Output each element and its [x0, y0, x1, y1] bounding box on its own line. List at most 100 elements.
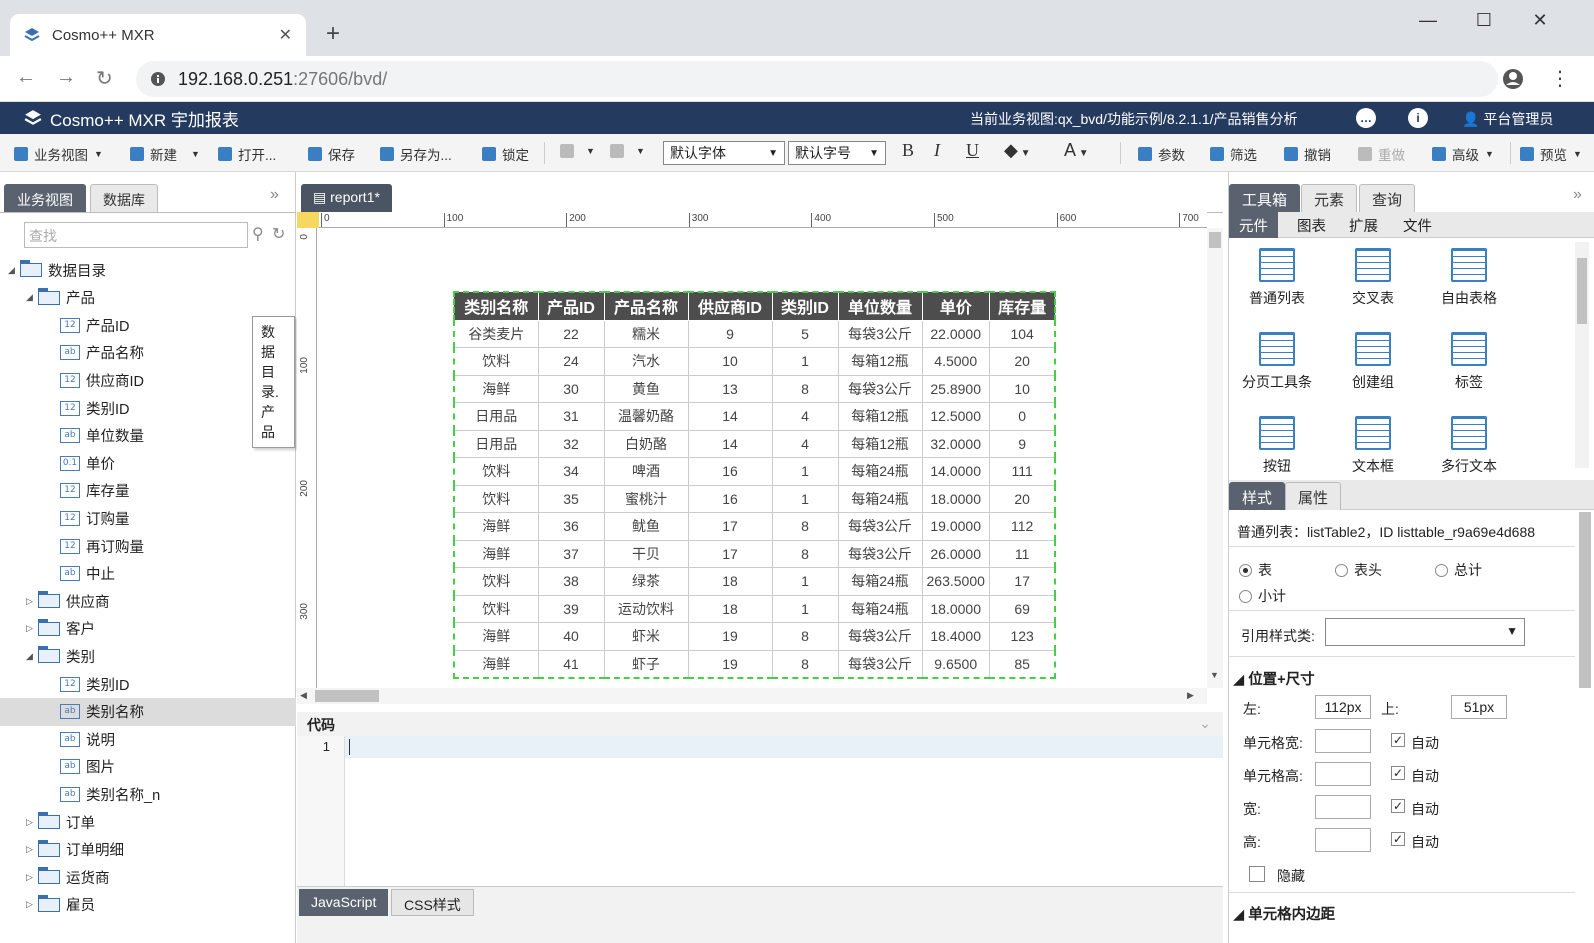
- table-cell[interactable]: 16: [687, 484, 773, 513]
- tree-folder[interactable]: ▷ 运货商: [0, 863, 296, 891]
- table-cell[interactable]: 每箱12瓶: [837, 429, 923, 458]
- table-cell[interactable]: 14: [687, 402, 773, 431]
- table-cell[interactable]: 41: [537, 649, 605, 678]
- table-header-cell[interactable]: 产品名称: [603, 291, 689, 321]
- table-cell[interactable]: 虾子: [603, 649, 689, 678]
- expand-down-icon[interactable]: ◢: [26, 292, 38, 303]
- table-cell[interactable]: 13: [687, 374, 773, 403]
- radio-total[interactable]: 总计: [1435, 560, 1482, 580]
- expand-right-icon[interactable]: ▷: [26, 817, 38, 828]
- subtab-components[interactable]: 元件: [1229, 212, 1278, 238]
- table-cell[interactable]: 263.5000: [921, 567, 990, 596]
- table-cell[interactable]: 海鲜: [453, 539, 539, 568]
- table-cell[interactable]: 16: [687, 457, 773, 486]
- search-input[interactable]: 查找: [24, 222, 248, 248]
- table-cell[interactable]: 9: [988, 429, 1056, 458]
- tab-bizview[interactable]: 业务视图: [4, 184, 86, 212]
- table-header-cell[interactable]: 单价: [921, 291, 990, 321]
- table-cell[interactable]: 糯米: [603, 319, 689, 348]
- table-cell[interactable]: 37: [537, 539, 605, 568]
- bold-button[interactable]: B: [902, 140, 914, 161]
- redo-button[interactable]: 重做: [1358, 144, 1405, 164]
- table-cell[interactable]: 25.8900: [921, 374, 990, 403]
- tool-item[interactable]: 标签: [1421, 332, 1517, 392]
- table-cell[interactable]: 4.5000: [921, 347, 990, 376]
- table-cell[interactable]: 17: [988, 567, 1056, 596]
- table-cell[interactable]: 每袋3公斤: [837, 319, 923, 348]
- tool-item[interactable]: 文本框: [1325, 416, 1421, 476]
- properties-scroll-thumb[interactable]: [1579, 512, 1591, 688]
- top-input[interactable]: 51px: [1451, 695, 1507, 719]
- tab-toolbox[interactable]: 工具箱: [1229, 184, 1301, 212]
- collapse-code-icon[interactable]: ⌄: [1199, 715, 1211, 732]
- align-button[interactable]: ▼: [560, 144, 595, 158]
- tree-field[interactable]: 12 库存量: [0, 477, 296, 505]
- browser-tab[interactable]: Cosmo++ MXR ✕: [10, 14, 306, 56]
- advanced-button[interactable]: 高级 ▼: [1432, 144, 1494, 164]
- expand-right-icon[interactable]: ▷: [26, 623, 38, 634]
- hidden-checkbox[interactable]: [1249, 866, 1265, 882]
- canvas-vertical-scrollbar[interactable]: ▼: [1207, 228, 1223, 688]
- subtab-extensions[interactable]: 扩展: [1339, 212, 1388, 238]
- table-cell[interactable]: 海鲜: [453, 649, 539, 678]
- reload-icon[interactable]: ↻: [96, 66, 113, 91]
- expand-right-icon[interactable]: ▷: [26, 844, 38, 855]
- tree-folder[interactable]: ◢ 类别: [0, 642, 296, 670]
- expand-right-icon[interactable]: ▷: [26, 596, 38, 607]
- table-cell[interactable]: 34: [537, 457, 605, 486]
- fill-color-button[interactable]: ◆ ▼: [1004, 140, 1031, 161]
- table-cell[interactable]: 日用品: [453, 429, 539, 458]
- params-button[interactable]: 参数: [1138, 144, 1185, 164]
- tree-folder[interactable]: ▷ 雇员: [0, 891, 296, 919]
- maximize-icon[interactable]: ☐: [1464, 10, 1504, 31]
- table-cell[interactable]: 4: [771, 402, 839, 431]
- table-cell[interactable]: 每袋3公斤: [837, 512, 923, 541]
- style-class-select[interactable]: ▼: [1325, 618, 1525, 646]
- table-cell[interactable]: 0: [988, 402, 1056, 431]
- radio-subtotal[interactable]: 小计: [1239, 586, 1286, 606]
- info-icon[interactable]: [150, 71, 166, 87]
- table-cell[interactable]: 22: [537, 319, 605, 348]
- table-cell[interactable]: 123: [988, 622, 1056, 651]
- distribute-button[interactable]: ▼: [610, 144, 645, 158]
- table-cell[interactable]: 19: [687, 622, 773, 651]
- table-cell[interactable]: 每箱12瓶: [837, 402, 923, 431]
- table-cell[interactable]: 绿茶: [603, 567, 689, 596]
- table-cell[interactable]: 每袋3公斤: [837, 539, 923, 568]
- table-cell[interactable]: 运动饮料: [603, 594, 689, 623]
- tool-item[interactable]: 交叉表: [1325, 248, 1421, 308]
- code-editor[interactable]: [345, 736, 1223, 758]
- table-cell[interactable]: 111: [988, 457, 1056, 486]
- search-icon[interactable]: ⚲: [252, 224, 264, 244]
- table-cell[interactable]: 112: [988, 512, 1056, 541]
- scroll-left-icon[interactable]: ◀: [300, 690, 307, 701]
- width-input[interactable]: [1315, 795, 1371, 819]
- table-cell[interactable]: 8: [771, 649, 839, 678]
- open-button[interactable]: 打开...: [218, 144, 276, 164]
- underline-button[interactable]: U: [966, 140, 979, 161]
- table-cell[interactable]: 14: [687, 429, 773, 458]
- table-cell[interactable]: 26.0000: [921, 539, 990, 568]
- expand-down-icon[interactable]: ◢: [8, 265, 20, 276]
- tab-javascript[interactable]: JavaScript: [299, 889, 389, 916]
- undo-button[interactable]: 撤销: [1284, 144, 1331, 164]
- subtab-files[interactable]: 文件: [1393, 212, 1442, 238]
- table-cell[interactable]: 11: [988, 539, 1056, 568]
- table-cell[interactable]: 饮料: [453, 347, 539, 376]
- height-input[interactable]: [1315, 828, 1371, 852]
- profile-icon[interactable]: [1502, 68, 1524, 90]
- table-cell[interactable]: 日用品: [453, 402, 539, 431]
- table-cell[interactable]: 饮料: [453, 567, 539, 596]
- browser-menu-icon[interactable]: ⋮: [1550, 66, 1570, 91]
- table-cell[interactable]: 19.0000: [921, 512, 990, 541]
- table-cell[interactable]: 每箱24瓶: [837, 594, 923, 623]
- tab-style[interactable]: 样式: [1229, 482, 1286, 510]
- table-cell[interactable]: 104: [988, 319, 1056, 348]
- ruler-corner-icon[interactable]: [297, 212, 319, 228]
- table-header-cell[interactable]: 产品ID: [537, 291, 605, 321]
- table-cell[interactable]: 18.0000: [921, 594, 990, 623]
- tree-field[interactable]: ab 类别名称_n: [0, 780, 296, 808]
- bizview-menu-button[interactable]: 业务视图 ▼: [14, 144, 103, 164]
- tree-folder[interactable]: ▷ 订单明细: [0, 836, 296, 864]
- collapse-panel-icon[interactable]: »: [270, 186, 279, 204]
